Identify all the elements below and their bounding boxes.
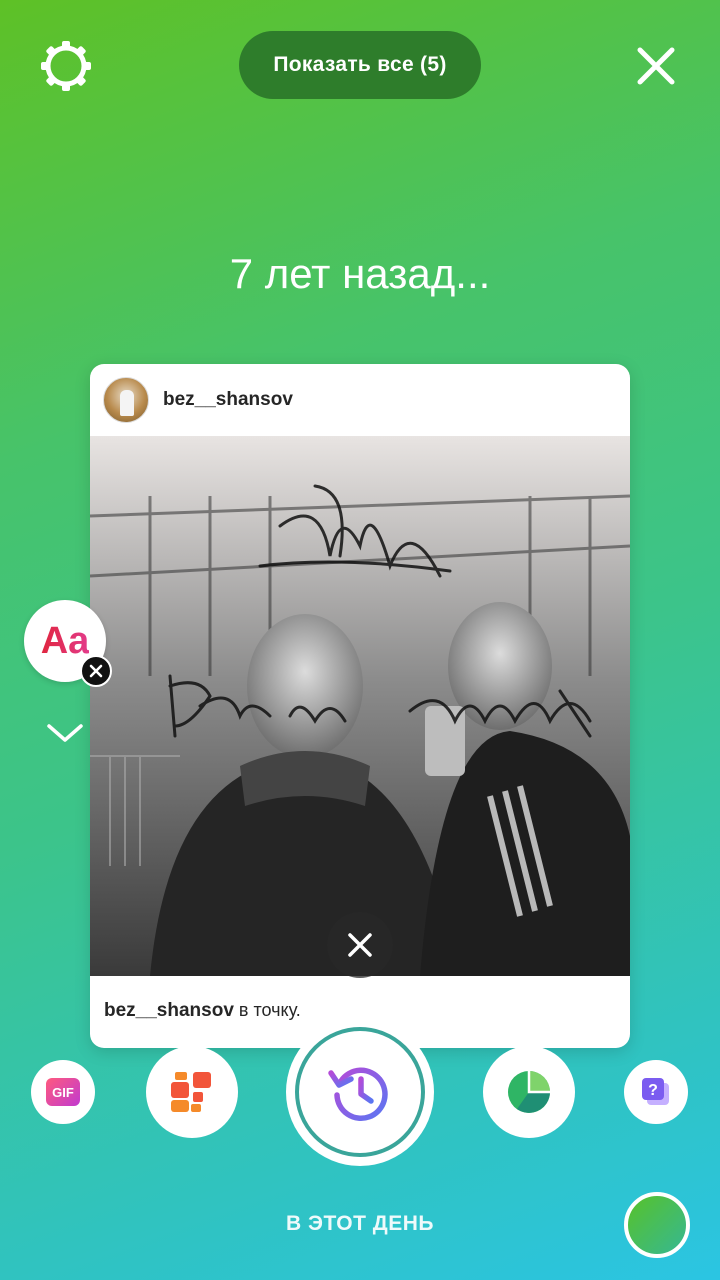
avatar [103, 377, 149, 423]
memory-heading: 7 лет назад... [229, 250, 491, 297]
poll-pie-icon [508, 1071, 550, 1113]
poll-sticker-button[interactable] [483, 1046, 575, 1138]
caption-username: bez__shansov [104, 1000, 234, 1021]
settings-button[interactable] [38, 38, 94, 94]
remove-photo-button[interactable] [327, 912, 393, 978]
photo-image [90, 436, 630, 976]
post-caption: bez__shansov в точку. [104, 1000, 301, 1022]
capture-button[interactable] [624, 1192, 690, 1258]
close-button[interactable] [630, 40, 682, 92]
gear-icon [41, 41, 91, 91]
question-sticker-button[interactable]: ? [624, 1060, 688, 1124]
memories-ring-inner [295, 1027, 425, 1157]
post-header: bez__shansov [90, 364, 630, 436]
post-photo [90, 436, 630, 976]
close-icon [89, 664, 103, 678]
layout-button[interactable] [146, 1046, 238, 1138]
on-this-day-button[interactable] [286, 1018, 434, 1166]
show-all-button[interactable]: Показать все (5) [239, 31, 481, 99]
svg-text:?: ? [648, 1082, 658, 1099]
chevron-down-icon [47, 724, 83, 742]
caption-text: в точку. [233, 1000, 301, 1020]
gif-icon: GIF [46, 1078, 80, 1106]
expand-stickers-button[interactable] [44, 718, 86, 748]
post-username: bez__shansov [163, 389, 293, 410]
question-icon: ? [642, 1078, 669, 1105]
layout-icon [171, 1072, 211, 1112]
remove-text-sticker-button[interactable] [80, 655, 112, 687]
text-sticker-label: Aa [40, 619, 90, 662]
history-icon [328, 1067, 388, 1122]
gif-sticker-button[interactable]: GIF [31, 1060, 95, 1124]
close-icon [348, 933, 372, 957]
close-icon [637, 47, 675, 85]
mode-label: В ЭТОТ ДЕНЬ [286, 1212, 434, 1235]
